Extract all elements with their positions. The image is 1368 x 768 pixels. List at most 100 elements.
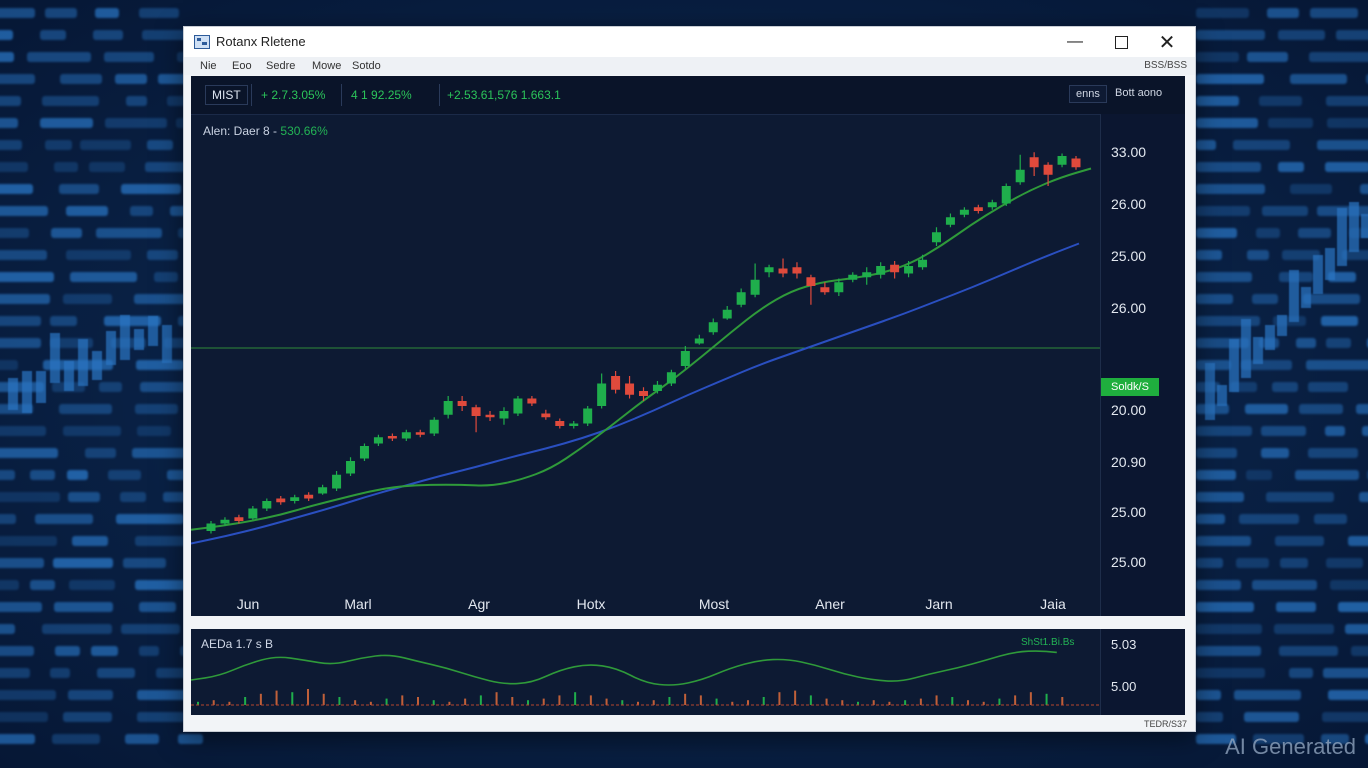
candle-up (220, 519, 230, 524)
volume-bar (385, 698, 388, 705)
date-tick: Jarn (925, 596, 953, 612)
background-bar (1355, 404, 1368, 414)
menu-item-move[interactable]: Mowe (312, 60, 341, 72)
price-tick: 25.00 (1111, 248, 1147, 264)
volume-bar (715, 698, 718, 705)
background-bar (58, 404, 113, 414)
menu-item-tools[interactable]: Sotdo (352, 60, 381, 72)
background-bar (0, 30, 13, 40)
candle-up (443, 401, 453, 415)
candle-down (1029, 157, 1039, 168)
background-bar (0, 118, 18, 128)
background-bar (1196, 250, 1223, 260)
background-candle (1205, 362, 1215, 420)
menu-item-edit[interactable]: Eoo (232, 60, 252, 72)
volume-bar (574, 692, 577, 705)
price-tick: 25.00 (1111, 504, 1147, 520)
volume-bar (401, 695, 404, 705)
background-bar (65, 206, 108, 216)
volume-bar (275, 690, 278, 705)
candle-up (904, 266, 914, 274)
volume-bar (872, 700, 875, 705)
price-chart-panel[interactable]: MIST + 2.7.3.05% 4 1 92.25% +2.53.61,576… (191, 76, 1185, 616)
current-price-tag: Soldk/S (1101, 378, 1159, 396)
background-bar (1338, 602, 1368, 612)
date-tick: Aner (815, 596, 845, 612)
background-bar (96, 668, 135, 678)
close-button[interactable]: ✕ (1144, 27, 1190, 57)
background-bar (147, 140, 173, 150)
background-bar (42, 96, 100, 106)
background-bar (50, 228, 83, 238)
volume-bar (558, 695, 561, 705)
volume-bar (841, 700, 844, 705)
background-bar (119, 492, 146, 502)
background-candle (1241, 319, 1251, 378)
background-candle (1349, 201, 1359, 252)
app-icon (194, 35, 210, 49)
background-bar (93, 30, 123, 40)
menu-item-view[interactable]: Sedre (266, 60, 295, 72)
indicator-panel[interactable]: AEDa 1.7 s B ShSt1.Bi.Bs 5.03 5.00 (191, 629, 1185, 715)
background-bar (1276, 602, 1316, 612)
menu-item-file[interactable]: Nie (200, 60, 217, 72)
background-bar (1196, 162, 1262, 172)
background-candle (1361, 214, 1368, 238)
background-bar (147, 250, 179, 260)
background-bar (67, 470, 88, 480)
background-bar (26, 52, 91, 62)
candle-up (513, 398, 523, 414)
background-bar (1322, 668, 1368, 678)
volume-bar (1014, 695, 1017, 705)
background-bar (137, 426, 172, 436)
background-candle (8, 377, 18, 410)
candle-down (611, 376, 621, 390)
background-bar (84, 448, 117, 458)
background-bar (1316, 140, 1368, 150)
background-bar (58, 184, 100, 194)
volume-bar (527, 700, 529, 705)
background-bar (1314, 514, 1347, 524)
candle-down (387, 436, 397, 439)
candle-up (834, 282, 844, 293)
background-bar (1328, 690, 1368, 700)
background-bar (1243, 712, 1300, 722)
background-bar (1196, 294, 1233, 304)
background-bar (50, 316, 78, 326)
background-bar (0, 536, 58, 546)
date-tick: Most (698, 596, 730, 612)
volume-bar (212, 700, 215, 705)
background-bar (0, 52, 14, 62)
background-bar (67, 690, 114, 700)
volume-bar (307, 689, 309, 705)
minimize-icon: — (1067, 33, 1083, 50)
background-bar (1196, 140, 1217, 150)
background-bar (1295, 470, 1359, 480)
background-bar (1289, 74, 1347, 84)
background-bar (1359, 492, 1368, 502)
volume-bar (919, 698, 922, 705)
background-bar (115, 514, 185, 524)
candle-up (918, 259, 928, 268)
volume-bar (322, 693, 325, 705)
candle-down (890, 264, 900, 273)
candle-up (332, 474, 342, 489)
background-bar (1322, 712, 1368, 722)
background-bar (1196, 712, 1223, 722)
background-bar (1245, 404, 1289, 414)
background-bar (121, 184, 181, 194)
background-bar (68, 492, 100, 502)
candle-up (359, 446, 369, 459)
background-bar (59, 74, 103, 84)
volume-bar (904, 700, 907, 705)
background-bar (1296, 338, 1317, 348)
volume-bar (432, 700, 435, 705)
price-tick: 26.00 (1111, 196, 1147, 212)
background-bar (0, 558, 45, 568)
background-bar (0, 96, 21, 106)
maximize-button[interactable] (1098, 27, 1144, 57)
settings-button[interactable]: Bott aono (1109, 85, 1168, 101)
background-bar (1277, 162, 1304, 172)
minimize-button[interactable]: — (1052, 27, 1098, 57)
candle-down (457, 401, 467, 406)
